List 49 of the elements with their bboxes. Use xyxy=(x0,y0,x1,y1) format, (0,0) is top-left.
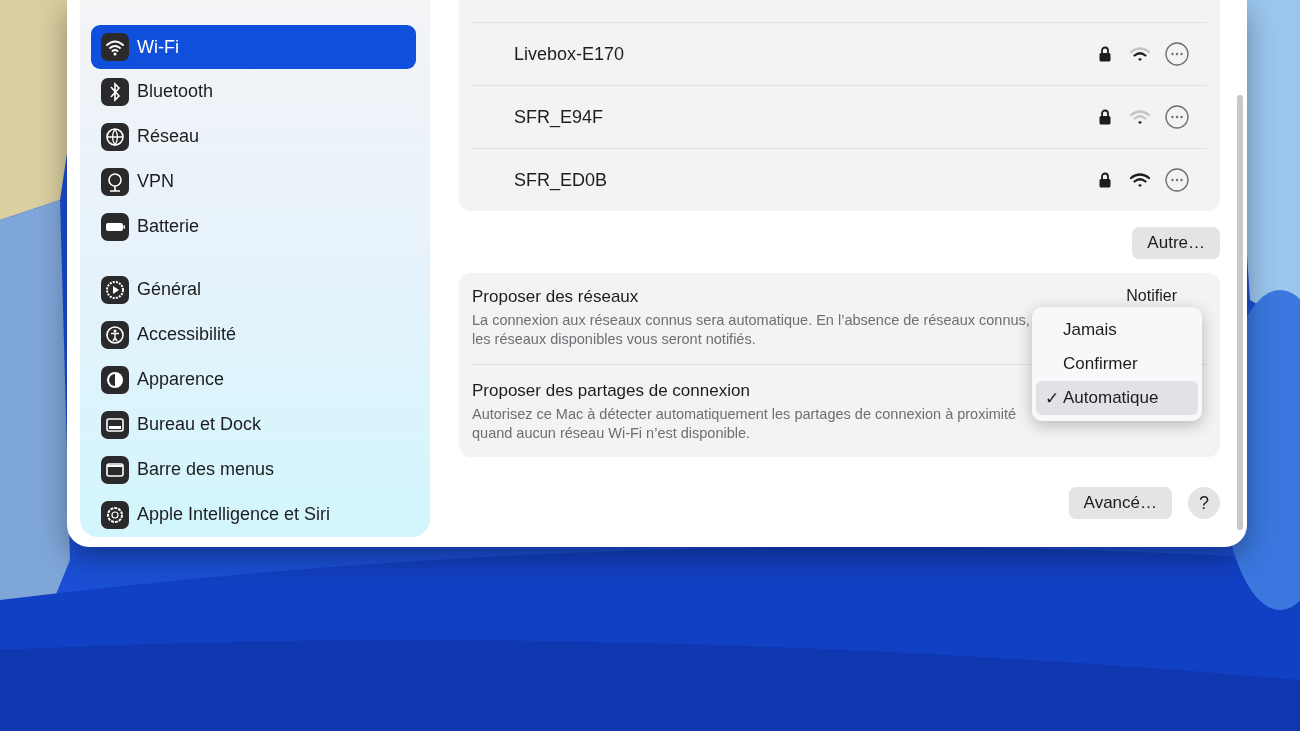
more-icon[interactable] xyxy=(1165,168,1189,192)
gear-icon xyxy=(101,275,129,304)
network-name: SFR_ED0B xyxy=(514,169,609,191)
contrast-icon xyxy=(101,365,129,394)
sidebar-item[interactable]: Apparence xyxy=(91,357,416,402)
sidebar-label: Barre des menus xyxy=(137,459,275,480)
menubar-icon xyxy=(101,455,129,484)
bluetooth-icon xyxy=(101,77,129,106)
sidebar-label: Accessibilité xyxy=(137,324,237,345)
menu-item[interactable]: Confirmer xyxy=(1036,347,1198,381)
checkmark: ✓ xyxy=(1045,388,1059,408)
sidebar-label: Général xyxy=(137,279,202,300)
sidebar-item[interactable]: Accessibilité xyxy=(91,312,416,357)
sidebar-item[interactable]: Batterie xyxy=(91,204,416,249)
sidebar-label: Apple Intelligence et Siri xyxy=(137,504,331,525)
sidebar-item[interactable]: VPN xyxy=(91,159,416,204)
sidebar-label: Réseau xyxy=(137,126,200,147)
advanced-button[interactable]: Avancé… xyxy=(1068,487,1172,519)
sidebar-label: Bureau et Dock xyxy=(137,414,262,435)
sidebar-item[interactable]: Apple Intelligence et Siri xyxy=(91,492,416,537)
sidebar-label: Bluetooth xyxy=(137,81,214,102)
network-name: Livebox-E170 xyxy=(514,43,626,65)
person-icon xyxy=(101,320,129,349)
help-button[interactable]: ? xyxy=(1188,487,1220,519)
sidebar-label: Apparence xyxy=(137,369,225,390)
more-icon[interactable] xyxy=(1165,105,1189,129)
setting-description: La connexion aux réseaux connus sera automatique. En l’absence de réseaux connus, les réseaux disponibles vous seront notifiés. xyxy=(472,311,1031,349)
network-name: SFR_E94F xyxy=(514,106,605,128)
sidebar-item[interactable]: Bureau et Dock xyxy=(91,402,416,447)
sidebar-label: VPN xyxy=(137,171,174,192)
more-icon[interactable] xyxy=(1165,42,1189,66)
scrollbar[interactable] xyxy=(1237,95,1243,530)
sidebar-item[interactable]: Réseau xyxy=(91,114,416,159)
wifi-icon xyxy=(101,33,129,61)
setting-title: Proposer des partages de connexion xyxy=(472,381,751,401)
sidebar-item[interactable]: Bluetooth xyxy=(91,69,416,114)
battery-icon xyxy=(101,212,129,241)
other-button[interactable]: Autre… xyxy=(1132,227,1220,259)
menu-item[interactable]: ✓ Automatique xyxy=(1036,381,1198,415)
dock-icon xyxy=(101,410,129,439)
sidebar-item[interactable]: Wi-Fi xyxy=(91,25,416,69)
sidebar-label: Wi-Fi xyxy=(137,36,179,58)
globe-icon xyxy=(101,122,129,151)
sidebar-item[interactable]: Général xyxy=(91,267,416,312)
setting-title: Proposer des réseaux xyxy=(472,287,640,307)
sidebar-label: Batterie xyxy=(137,216,200,237)
setting-description: Autorisez ce Mac à détecter automatiquement les partages de connexion à proximité quand aucun réseau Wi-Fi n’est disponible. xyxy=(472,405,1018,443)
sidebar-item[interactable]: Barre des menus xyxy=(91,447,416,492)
menu-item[interactable]: Jamais xyxy=(1036,313,1198,347)
